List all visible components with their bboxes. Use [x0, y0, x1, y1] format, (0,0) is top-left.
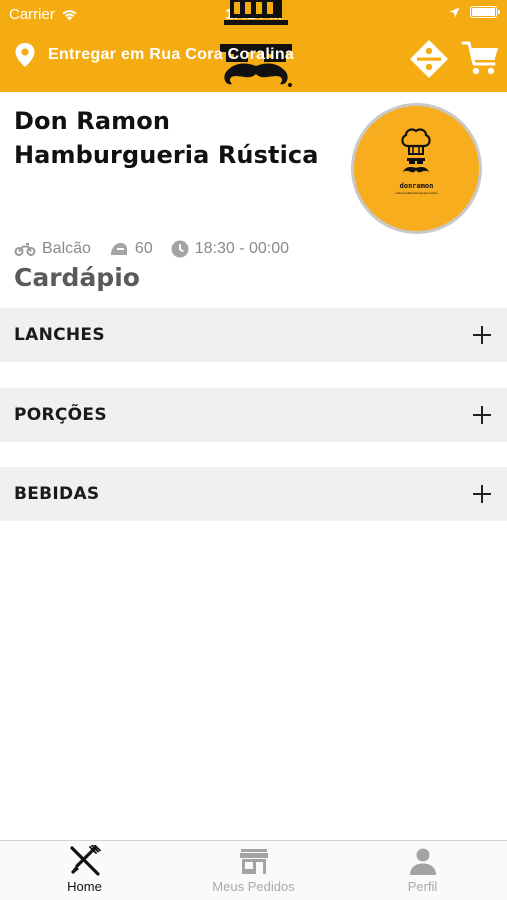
- filter-icon[interactable]: [408, 38, 450, 80]
- delivery-mode: Balcão: [42, 240, 91, 257]
- logo-brand-text: donramon: [400, 182, 434, 190]
- expand-plus-icon[interactable]: [473, 485, 491, 503]
- location-label: Entregar em Rua Cora Coralina: [48, 46, 295, 63]
- tab-meus-pedidos[interactable]: Meus Pedidos: [169, 841, 338, 900]
- location-arrow-icon: [449, 7, 460, 17]
- expand-plus-icon[interactable]: [473, 326, 491, 344]
- location-pin-icon: [15, 43, 35, 67]
- category-label: LANCHES: [14, 325, 105, 345]
- battery-icon: [470, 6, 500, 18]
- logo-tagline-text: restaurantehamburgueriarustica: [395, 191, 438, 195]
- expand-plus-icon[interactable]: [473, 406, 491, 424]
- category-label: BEBIDAS: [14, 484, 100, 504]
- delivery-time: 60: [134, 240, 153, 257]
- delivery-location[interactable]: Entregar em Rua Cora Coralina: [14, 42, 294, 68]
- bottom-tab-bar: Home Meus Pedidos Perfil: [0, 840, 507, 900]
- category-label: PORÇÕES: [14, 405, 107, 425]
- store-logo: donramon restaurantehamburgueriarustica: [351, 103, 482, 234]
- tab-label: Meus Pedidos: [212, 879, 295, 894]
- cart-icon[interactable]: [461, 38, 501, 78]
- user-icon: [409, 848, 436, 875]
- tab-label: Perfil: [407, 879, 438, 894]
- fork-knife-icon: [69, 845, 101, 876]
- opening-hours: 18:30 - 00:00: [194, 240, 290, 257]
- store-icon: [239, 849, 268, 874]
- chef-mustache-logo-icon: donramon restaurantehamburgueriarustica: [395, 128, 438, 195]
- store-name: Don Ramon Hamburgueria Rústica: [14, 107, 319, 169]
- tab-home[interactable]: Home: [0, 841, 169, 900]
- app-header: Carrier 1:41 PM: [0, 0, 507, 92]
- clock-icon: [171, 240, 189, 258]
- category-lanches[interactable]: LANCHES: [0, 308, 507, 362]
- delivery-time-icon: [110, 243, 127, 255]
- category-porcoes[interactable]: PORÇÕES: [0, 388, 507, 442]
- category-bebidas[interactable]: BEBIDAS: [0, 467, 507, 521]
- tab-label: Home: [67, 879, 102, 894]
- store-info-row: Balcão 60 18:30 - 00:00: [14, 240, 289, 258]
- menu-title: Cardápio: [14, 263, 140, 292]
- status-right: [449, 6, 500, 18]
- tab-perfil[interactable]: Perfil: [338, 841, 507, 900]
- motorcycle-icon: [14, 243, 36, 256]
